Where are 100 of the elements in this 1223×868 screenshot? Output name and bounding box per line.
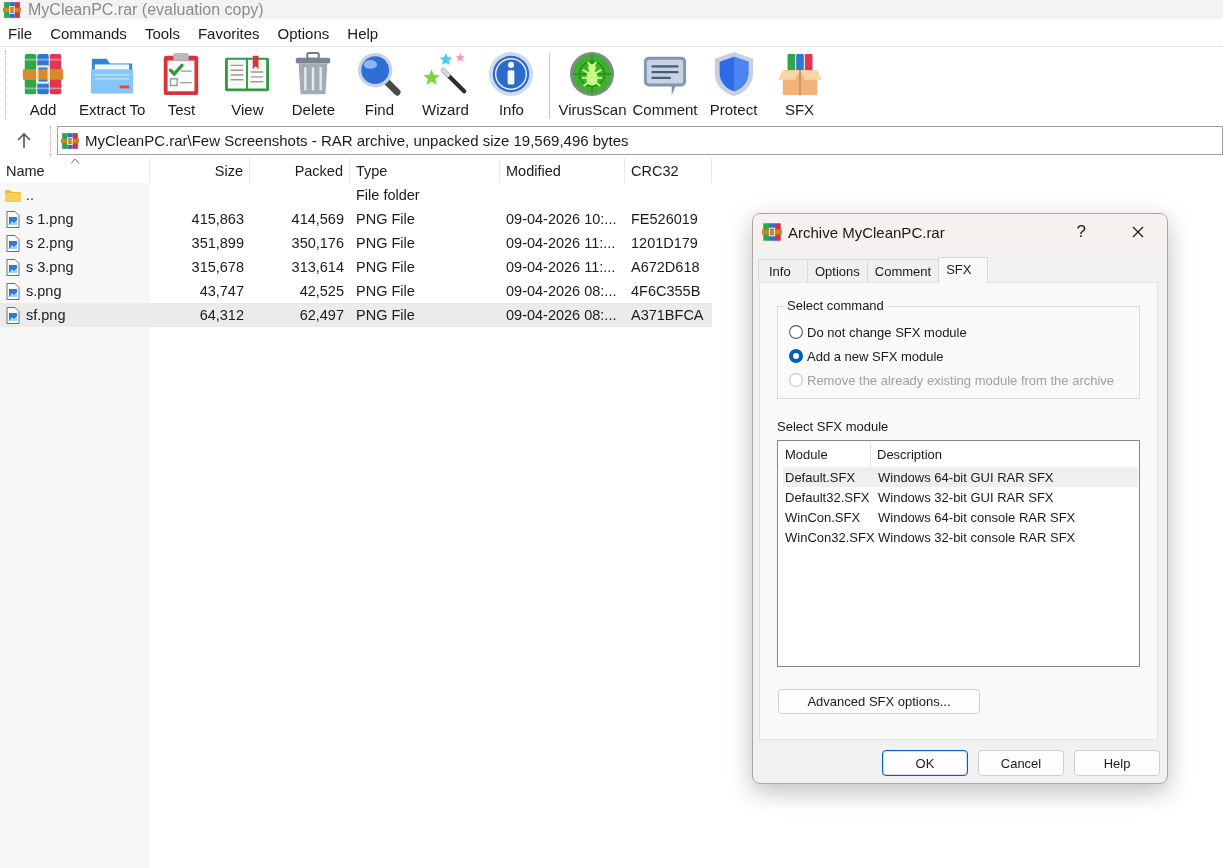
dialog-button[interactable]: OK bbox=[882, 750, 968, 776]
file-name: .. bbox=[26, 187, 35, 203]
menu-item[interactable]: Tools bbox=[135, 25, 189, 42]
menu-item[interactable]: Favorites bbox=[188, 25, 269, 42]
toolbar-button[interactable]: Test bbox=[148, 47, 215, 121]
file-name: s 2.png bbox=[26, 235, 74, 251]
table-cell-text: Windows 64-bit console RAR SFX bbox=[877, 509, 1076, 525]
table-cell-text: FE526019 bbox=[630, 210, 699, 229]
table-cell-text: 09-04-2026 08:... bbox=[505, 306, 618, 325]
file-name: s 3.png bbox=[26, 259, 74, 275]
toolbar-button[interactable]: SFX bbox=[766, 47, 833, 121]
toolbar-button[interactable]: View bbox=[214, 47, 281, 121]
radio-option[interactable]: Do not change SFX module bbox=[789, 320, 1139, 344]
table-cell-text: PNG File bbox=[355, 282, 416, 301]
table-cell-text: WinCon.SFX bbox=[784, 509, 862, 525]
menu-item[interactable]: Help bbox=[338, 25, 388, 42]
table-cell-text: 414,569 bbox=[290, 210, 345, 229]
column-header[interactable]: Description bbox=[871, 442, 1138, 467]
window-title: MyCleanPC.rar (evaluation copy) bbox=[28, 1, 264, 18]
box-icon bbox=[776, 51, 823, 97]
toolbar-button[interactable]: Delete bbox=[280, 47, 347, 121]
table-cell-text: 4F6C355B bbox=[630, 282, 702, 301]
file-name: sf.png bbox=[26, 307, 66, 323]
module-row[interactable]: WinCon32.SFX Windows 32-bit console RAR SFX bbox=[783, 527, 1138, 547]
table-cell-text: Default32.SFX bbox=[784, 489, 871, 505]
group-title: Select command bbox=[786, 298, 885, 314]
table-cell-text: Windows 32-bit console RAR SFX bbox=[877, 529, 1076, 545]
menu-item[interactable]: Options bbox=[268, 25, 339, 42]
file-row[interactable]: s 3.png 315,678 313,614 PNG File 09-04-2026 11:... A672D618 bbox=[0, 255, 712, 279]
table-cell-text: 09-04-2026 11:... bbox=[505, 234, 617, 253]
section-label: Select SFX module bbox=[777, 419, 890, 434]
toolbar-button[interactable]: Add bbox=[10, 47, 76, 121]
table-cell-text: 1201D179 bbox=[630, 234, 699, 253]
file-row[interactable]: s.png 43,747 42,525 PNG File 09-04-2026 08:... 4F6C355B bbox=[0, 279, 712, 303]
image-file-icon bbox=[6, 258, 20, 276]
advanced-options-button[interactable]: Advanced SFX options... bbox=[778, 689, 980, 714]
toolbar-button[interactable]: Wizard bbox=[412, 47, 479, 121]
toolbar-button[interactable]: Extract To bbox=[76, 47, 149, 121]
table-cell-text: PNG File bbox=[355, 306, 416, 325]
module-row[interactable]: Default32.SFX Windows 32-bit GUI RAR SFX bbox=[783, 487, 1138, 507]
image-file-icon bbox=[6, 234, 20, 252]
menu-item[interactable]: Commands bbox=[41, 25, 136, 42]
radio-option[interactable]: Add a new SFX module bbox=[789, 344, 1139, 368]
archive-app-icon bbox=[61, 131, 79, 150]
module-row[interactable]: Default.SFX Windows 64-bit GUI RAR SFX bbox=[783, 467, 1138, 487]
archive-app-icon bbox=[3, 0, 21, 19]
help-button[interactable]: ? bbox=[1076, 222, 1086, 242]
dialog-title: Archive MyCleanPC.rar bbox=[788, 223, 945, 241]
toolbar-button[interactable]: Info bbox=[478, 47, 545, 121]
image-file-icon bbox=[6, 210, 20, 228]
table-cell-text: 351,899 bbox=[190, 234, 245, 253]
table-cell-text: PNG File bbox=[355, 210, 416, 229]
info-icon bbox=[488, 51, 535, 97]
table-cell-text: PNG File bbox=[355, 234, 416, 253]
table-cell-text: 313,614 bbox=[290, 258, 345, 277]
toolbar-button[interactable]: VirusScan bbox=[555, 47, 630, 121]
close-icon[interactable] bbox=[1132, 226, 1144, 238]
table-cell-text: A371BFCA bbox=[630, 306, 705, 325]
table-cell-text: 350,176 bbox=[290, 234, 345, 253]
image-file-icon bbox=[6, 306, 20, 324]
address-field[interactable]: MyCleanPC.rar\Few Screenshots - RAR archive, unpacked size 19,569,496 bytes bbox=[57, 126, 1223, 155]
search-icon bbox=[356, 51, 403, 97]
archive-app-icon bbox=[762, 222, 782, 242]
table-cell-text: 09-04-2026 10:... bbox=[505, 210, 618, 229]
folder-icon bbox=[5, 188, 21, 202]
menu-item[interactable]: File bbox=[0, 25, 42, 42]
file-name: s.png bbox=[26, 283, 62, 299]
table-cell-text: A672D618 bbox=[630, 258, 701, 277]
table-cell-text: 415,863 bbox=[190, 210, 245, 229]
table-cell-text: 43,747 bbox=[198, 282, 245, 301]
dialog-button[interactable]: Cancel bbox=[978, 750, 1064, 776]
table-cell-text: Windows 64-bit GUI RAR SFX bbox=[877, 469, 1054, 485]
image-file-icon bbox=[6, 282, 20, 300]
books-archive-icon bbox=[20, 51, 66, 97]
table-cell-text: 42,525 bbox=[298, 282, 345, 301]
file-row[interactable]: .. File folder bbox=[0, 183, 712, 207]
arrow-up-icon[interactable] bbox=[16, 132, 32, 149]
module-row[interactable]: WinCon.SFX Windows 64-bit console RAR SFX bbox=[783, 507, 1138, 527]
toolbar-button[interactable]: Protect bbox=[700, 47, 767, 121]
table-cell-text: 64,312 bbox=[198, 306, 245, 325]
table-cell-text: 62,497 bbox=[298, 306, 345, 325]
bug-icon bbox=[569, 51, 616, 97]
toolbar-button[interactable]: Comment bbox=[629, 47, 701, 121]
tab[interactable]: SFX bbox=[938, 257, 989, 283]
table-cell-text: Windows 32-bit GUI RAR SFX bbox=[877, 489, 1054, 505]
table-cell-text: Default.SFX bbox=[784, 469, 857, 485]
dialog-button[interactable]: Help bbox=[1074, 750, 1160, 776]
address-path: MyCleanPC.rar\Few Screenshots - RAR archive, unpacked size 19,569,496 bytes bbox=[85, 132, 629, 149]
toolbar-button[interactable]: Find bbox=[346, 47, 413, 121]
table-cell-text: 09-04-2026 08:... bbox=[505, 282, 618, 301]
tab[interactable]: Options bbox=[807, 259, 868, 282]
file-row[interactable]: s 1.png 415,863 414,569 PNG File 09-04-2026 10:... FE526019 bbox=[0, 207, 712, 231]
tab[interactable]: Info bbox=[758, 259, 808, 282]
table-cell-text: 09-04-2026 11:... bbox=[505, 258, 617, 277]
file-row[interactable]: sf.png 64,312 62,497 PNG File 09-04-2026 08:... A371BFCA bbox=[0, 303, 712, 327]
table-cell-text: PNG File bbox=[355, 258, 416, 277]
file-name: s 1.png bbox=[26, 211, 74, 227]
table-cell-text: 315,678 bbox=[190, 258, 245, 277]
file-row[interactable]: s 2.png 351,899 350,176 PNG File 09-04-2026 11:... 1201D179 bbox=[0, 231, 712, 255]
table-cell-text: File folder bbox=[355, 186, 421, 205]
